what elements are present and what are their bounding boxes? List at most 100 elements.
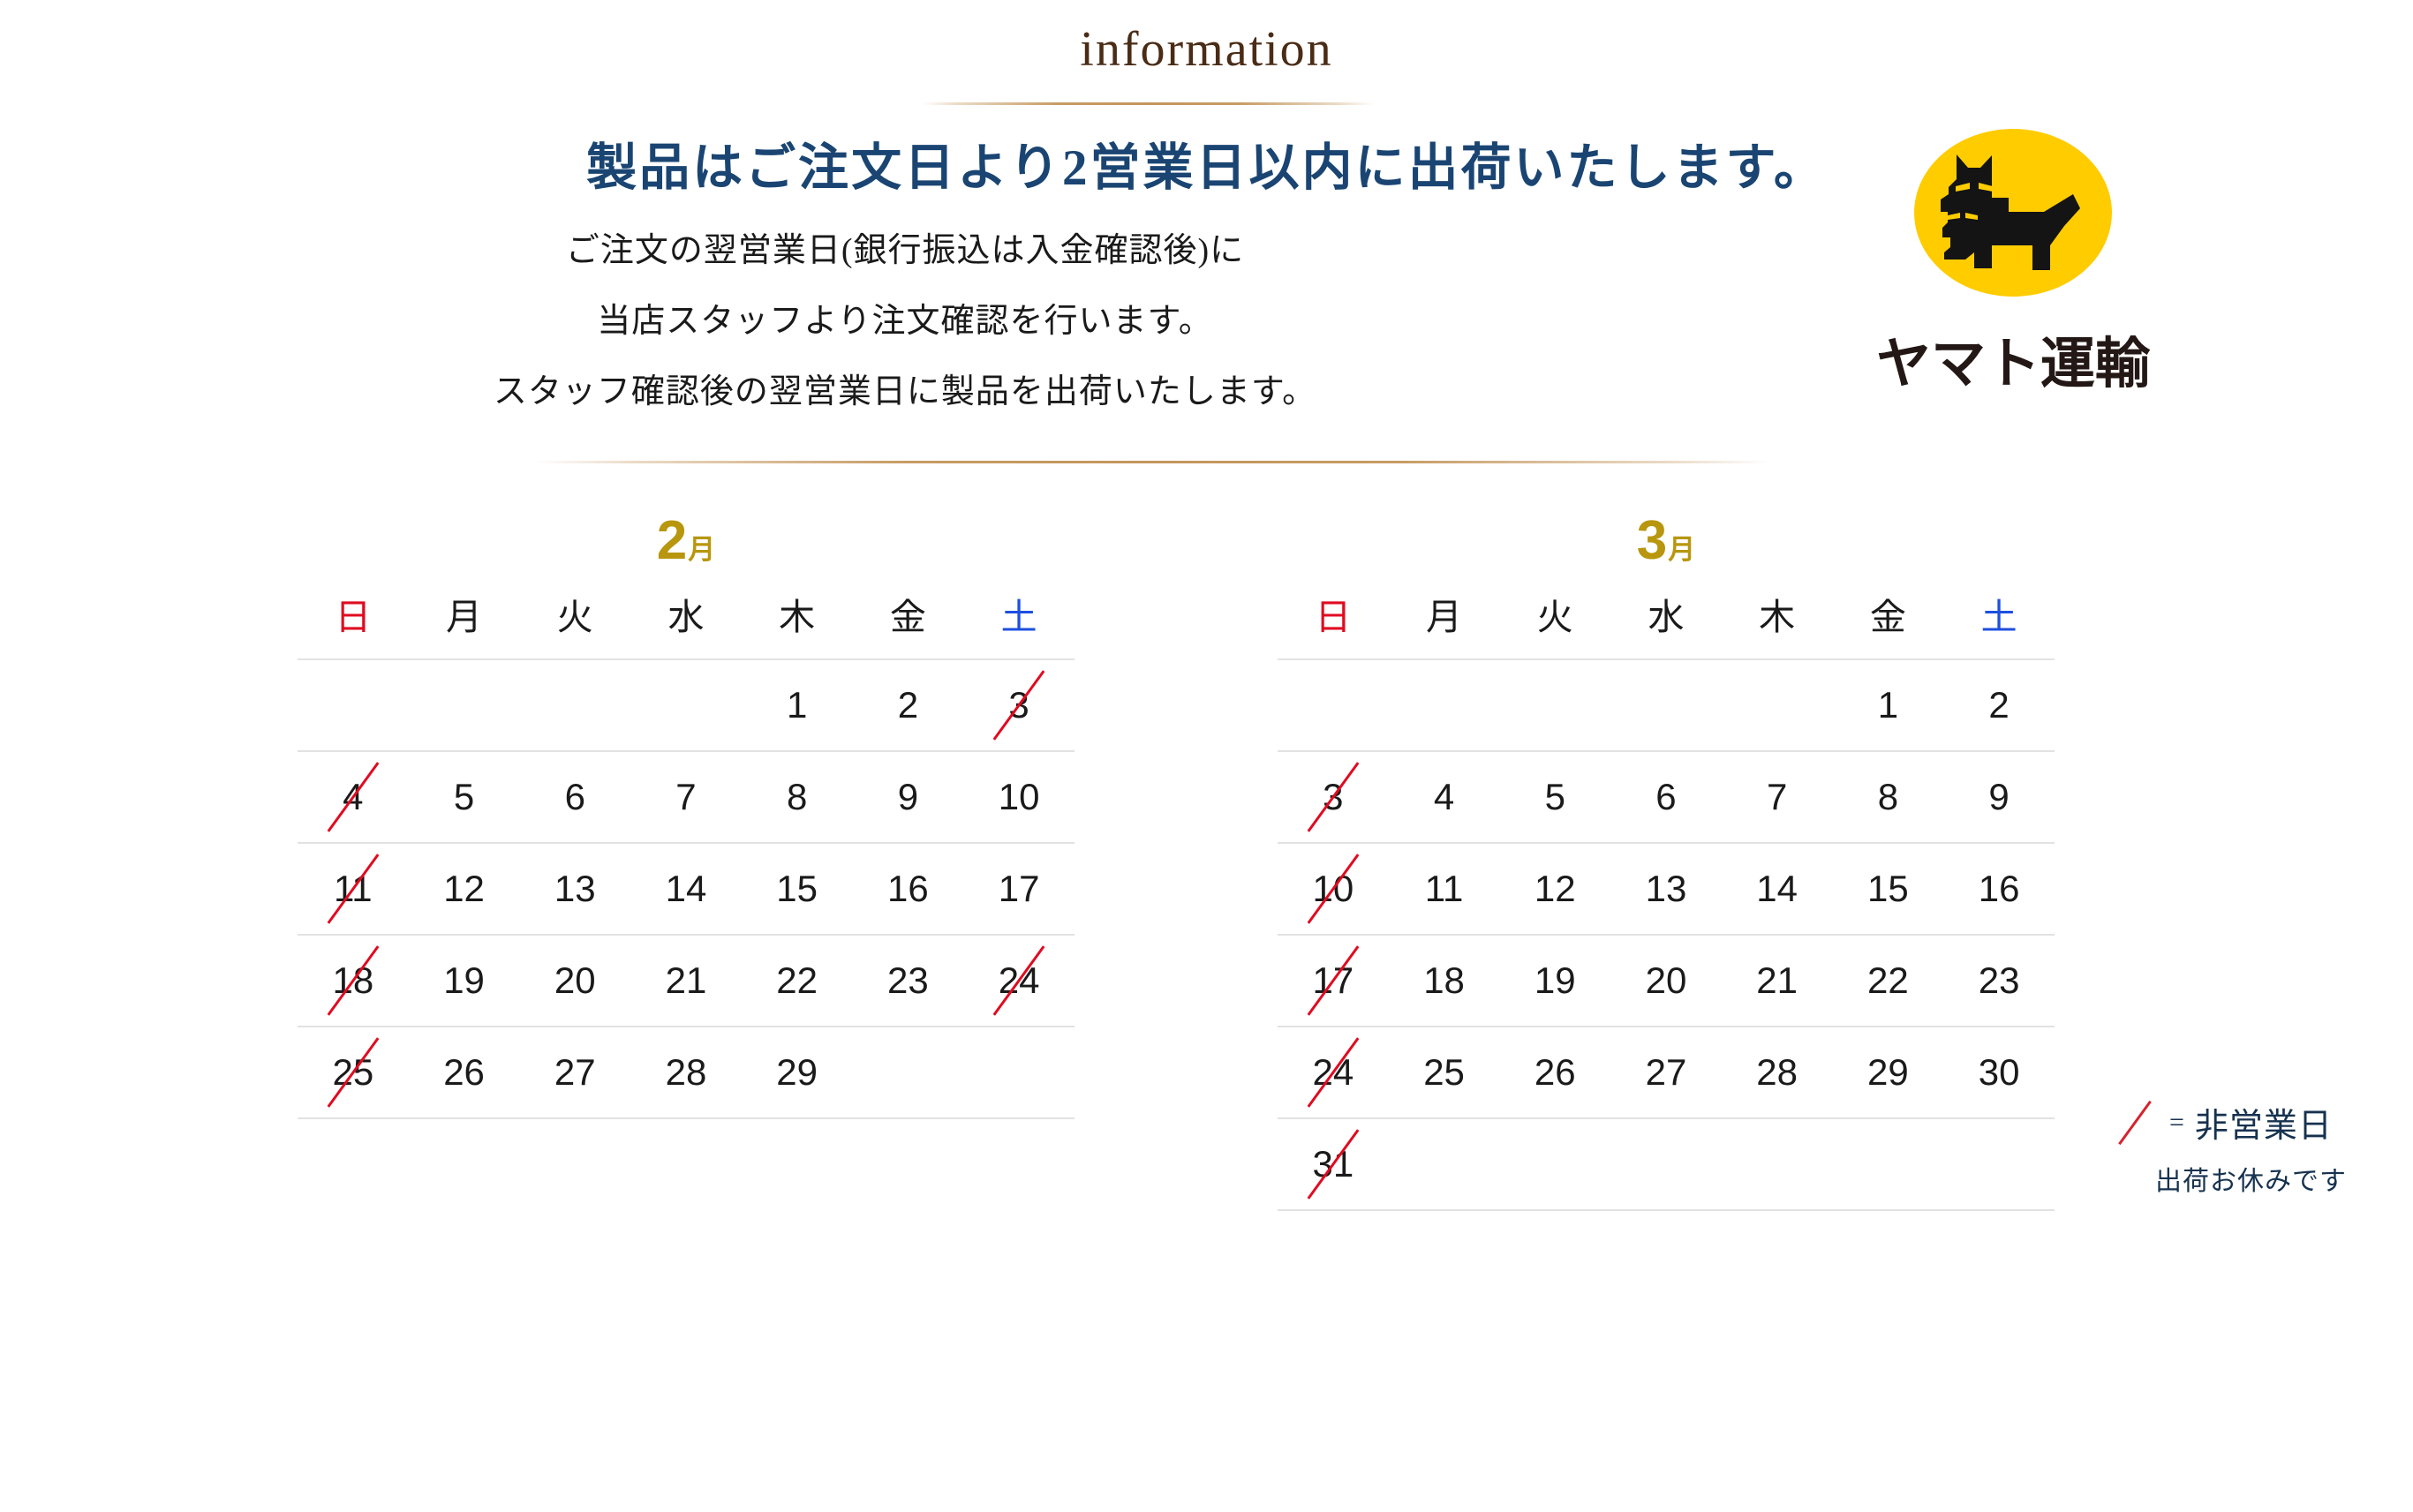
calendar-week-row: 31	[1278, 1117, 2055, 1211]
calendar-day: 22	[741, 934, 853, 1027]
calendar-day: 30	[1943, 1026, 2055, 1118]
weekday-header-wed: 水	[667, 597, 705, 637]
legend: = 非営業日 出荷お休みです	[2113, 1098, 2378, 1198]
calendar-day: 1	[741, 658, 853, 751]
calendar-week-row: 4 5 6 7 8 9 10	[298, 750, 1075, 843]
calendar-week-row: 17 18 19 20 21 22 23	[1278, 934, 2055, 1027]
weekday-header-mon: 月	[446, 597, 483, 637]
calendar-day: 8	[741, 750, 853, 843]
divider-top	[922, 102, 1374, 105]
calendar-week-row: 11 12 13 14 15 16 17	[298, 842, 1075, 935]
calendar-day-empty	[298, 658, 409, 751]
calendar-day: 16	[1943, 842, 2055, 935]
calendar-february: 2 月 日 月 火 水 木 金 土 1 2 3 4 5 6 7 8 9 10 11 12 13 14 15 16…	[298, 514, 1075, 1119]
calendar-day: 27	[1610, 1026, 1722, 1118]
calendar-day: 1	[1832, 658, 1944, 751]
calendar-day-closed: 3	[1278, 750, 1389, 843]
calendar-day-empty	[408, 658, 520, 751]
weekday-header-mon: 月	[1426, 597, 1463, 637]
legend-sub-label: 出荷お休みです	[2155, 1167, 2347, 1196]
calendar-day: 15	[741, 842, 853, 935]
divider-bottom	[536, 461, 1768, 463]
calendar-day: 7	[1721, 750, 1833, 843]
weekday-header-row: 日 月 火 水 木 金 土	[1278, 598, 2055, 659]
calendar-day: 2	[1943, 658, 2055, 751]
calendar-day: 20	[1610, 934, 1722, 1027]
calendar-day: 29	[741, 1026, 853, 1119]
calendar-day: 25	[1388, 1026, 1500, 1118]
logo-wordmark: ヤマト運輸	[1876, 334, 2151, 395]
legend-equals: =	[2169, 1107, 2184, 1137]
shipping-description-line-2: 当店スタッフより注文確認を行います。	[597, 303, 1213, 340]
calendar-week-row: 25 26 27 28 29	[298, 1026, 1075, 1119]
calendar-day: 26	[408, 1026, 520, 1119]
calendar-day: 5	[408, 750, 520, 843]
calendar-day-empty	[519, 658, 631, 751]
calendar-day: 28	[1721, 1026, 1833, 1118]
yamato-transport-logo: ヤマト運輸	[1863, 113, 2163, 404]
calendar-day-empty	[852, 1026, 964, 1119]
legend-row-main: = 非営業日	[2113, 1098, 2378, 1147]
calendar-day: 11	[1388, 842, 1500, 935]
calendar-day: 19	[1499, 934, 1611, 1027]
calendar-day: 9	[1943, 750, 2055, 843]
calendar-day: 10	[963, 750, 1075, 843]
calendar-day: 13	[1610, 842, 1722, 935]
month-suffix: 月	[688, 534, 716, 565]
calendar-body-march: 1 2 3 4 5 6 7 8 9 10 11 12 13 14 15 16 17 18 19 20 21 22 23 24 2…	[1278, 658, 2055, 1211]
calendar-day: 14	[1721, 842, 1833, 935]
weekday-header-sat: 土	[1980, 597, 2017, 637]
weekday-header-tue: 火	[1536, 597, 1573, 637]
shipping-description: ご注文の翌営業日(銀行振込は入金確認後)に 当店スタッフより注文確認を行います。…	[0, 234, 1810, 446]
calendar-day: 14	[630, 842, 742, 935]
calendar-day: 12	[1499, 842, 1611, 935]
calendar-day-empty	[1388, 658, 1500, 751]
calendar-day-closed: 24	[1278, 1026, 1389, 1118]
shipping-description-line-3: スタッフ確認後の翌営業日に製品を出荷いたします。	[493, 373, 1317, 410]
calendar-day-empty	[963, 1026, 1075, 1119]
calendar-day: 9	[852, 750, 964, 843]
weekday-header-wed: 水	[1648, 597, 1685, 637]
calendar-day-empty	[1610, 658, 1722, 751]
calendar-week-row: 12	[1278, 658, 2055, 751]
calendar-day: 29	[1832, 1026, 1944, 1118]
calendar-day-closed: 25	[298, 1026, 409, 1119]
weekday-header-sun: 日	[1315, 597, 1352, 637]
calendar-day: 20	[519, 934, 631, 1027]
calendar-week-row: 18 19 20 21 22 23 24	[298, 934, 1075, 1027]
page-eyebrow-title: information	[1080, 22, 1333, 77]
calendar-day-empty	[1499, 1117, 1611, 1211]
calendar-day: 21	[1721, 934, 1833, 1027]
calendar-day: 8	[1832, 750, 1944, 843]
weekday-header-thu: 木	[779, 597, 816, 637]
calendar-day: 7	[630, 750, 742, 843]
calendar-day: 2	[852, 658, 964, 751]
calendar-day-closed: 4	[298, 750, 409, 843]
calendar-day: 6	[519, 750, 631, 843]
calendar-day-empty	[1278, 658, 1389, 751]
calendar-day-empty	[1832, 1117, 1944, 1211]
calendar-day: 16	[852, 842, 964, 935]
calendar-day: 26	[1499, 1026, 1611, 1118]
calendar-day: 13	[519, 842, 631, 935]
calendar-day: 6	[1610, 750, 1722, 843]
weekday-header-thu: 木	[1759, 597, 1796, 637]
weekday-header-fri: 金	[889, 597, 926, 637]
calendar-day-empty	[1721, 658, 1833, 751]
calendar-body-february: 1 2 3 4 5 6 7 8 9 10 11 12 13 14 15 16 17 18 19 20 21 22 23 24 2…	[298, 658, 1075, 1119]
calendar-day: 18	[1388, 934, 1500, 1027]
calendar-week-row: 24 25 26 27 28 29 30	[1278, 1026, 2055, 1118]
month-number: 2	[656, 510, 687, 571]
weekday-header-sun: 日	[335, 597, 372, 637]
calendar-day: 4	[1388, 750, 1500, 843]
calendar-day: 15	[1832, 842, 1944, 935]
calendar-day-closed: 31	[1278, 1117, 1389, 1211]
calendar-march: 3月 日 月 火 水 木 金 土 1 2 3 4 5 6 7 8 9 10 11 12 13 14 15 16…	[1278, 514, 2055, 1211]
closed-day-slash-icon	[2113, 1102, 2157, 1144]
weekday-header-row: 日 月 火 水 木 金 土	[298, 598, 1075, 659]
calendar-day: 27	[519, 1026, 631, 1119]
weekday-header-sat: 土	[1000, 597, 1037, 637]
shipping-description-line-1: ご注文の翌営業日(銀行振込は入金確認後)に	[565, 232, 1245, 269]
legend-label: 非営業日	[2194, 1108, 2333, 1145]
calendar-day: 23	[852, 934, 964, 1027]
